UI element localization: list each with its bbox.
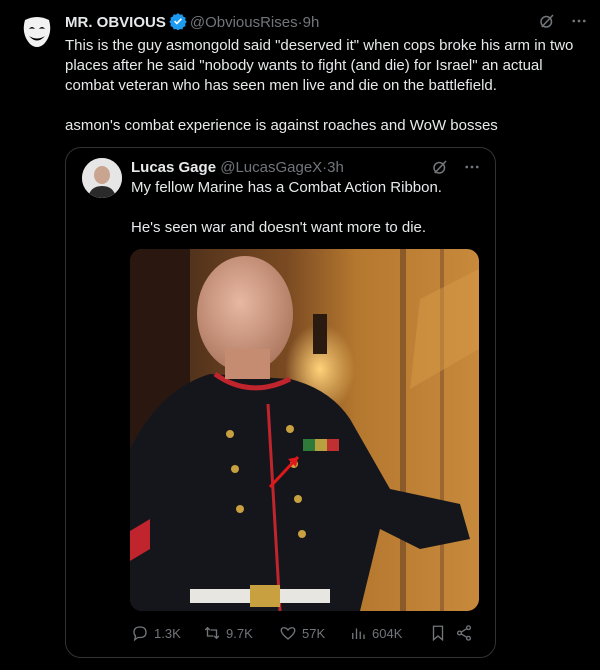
views-icon [352, 628, 365, 639]
reply-icon [133, 626, 147, 642]
author-avatar[interactable] [17, 12, 57, 52]
verified-badge-icon [169, 12, 187, 36]
post-text-paragraph: asmon's combat experience is against roa… [65, 117, 498, 134]
quoted-post[interactable]: Lucas Gage @LucasGageX·3h My fellow Mari… [65, 147, 496, 658]
bookmark-icon [432, 625, 444, 642]
repost-icon [204, 626, 220, 640]
more-icon[interactable] [570, 12, 588, 36]
like-icon [280, 627, 296, 640]
reply-count: 1.3K [154, 625, 181, 641]
post-text-paragraph: This is the guy asmongold said "deserved… [65, 37, 574, 94]
post-header: MR. OBVIOUS @ObviousRises·9h [65, 12, 588, 32]
quoted-author-handle[interactable]: @LucasGageX [220, 159, 322, 176]
quoted-author-name[interactable]: Lucas Gage [131, 159, 216, 176]
tweet[interactable]: MR. OBVIOUS @ObviousRises·9h This is the … [0, 0, 600, 670]
quoted-post-paragraph: My fellow Marine has a Combat Action Rib… [131, 179, 442, 196]
post-text: This is the guy asmongold said "deserved… [65, 36, 585, 136]
post-time[interactable]: 9h [303, 14, 320, 31]
view-count: 604K [372, 625, 403, 641]
like-count: 57K [302, 625, 326, 641]
quoted-post-time[interactable]: 3h [327, 159, 344, 176]
like-button[interactable]: 57K [279, 624, 349, 642]
action-bar: 1.3K 9.7K 57K 604K [131, 623, 481, 643]
views-button[interactable]: 604K [349, 624, 429, 642]
author-name[interactable]: MR. OBVIOUS [65, 14, 166, 31]
repost-count: 9.7K [226, 625, 253, 641]
quoted-post-paragraph: He's seen war and doesn't want more to d… [131, 219, 427, 236]
quoted-post-header: Lucas Gage @LucasGageX·3h [131, 158, 481, 178]
bookmark-button[interactable] [429, 624, 455, 642]
share-icon [456, 625, 472, 641]
repost-button[interactable]: 9.7K [203, 624, 279, 642]
reply-button[interactable]: 1.3K [131, 624, 203, 642]
share-button[interactable] [455, 624, 475, 642]
mask-logo-icon [17, 12, 57, 52]
quoted-post-text: My fellow Marine has a Combat Action Rib… [131, 178, 481, 238]
video-frame-image [130, 249, 479, 611]
author-handle[interactable]: @ObviousRises [190, 14, 298, 31]
video-media[interactable] [130, 249, 479, 611]
grok-icon[interactable] [538, 12, 556, 36]
person-avatar-icon [82, 158, 122, 198]
quoted-author-avatar[interactable] [82, 158, 122, 198]
